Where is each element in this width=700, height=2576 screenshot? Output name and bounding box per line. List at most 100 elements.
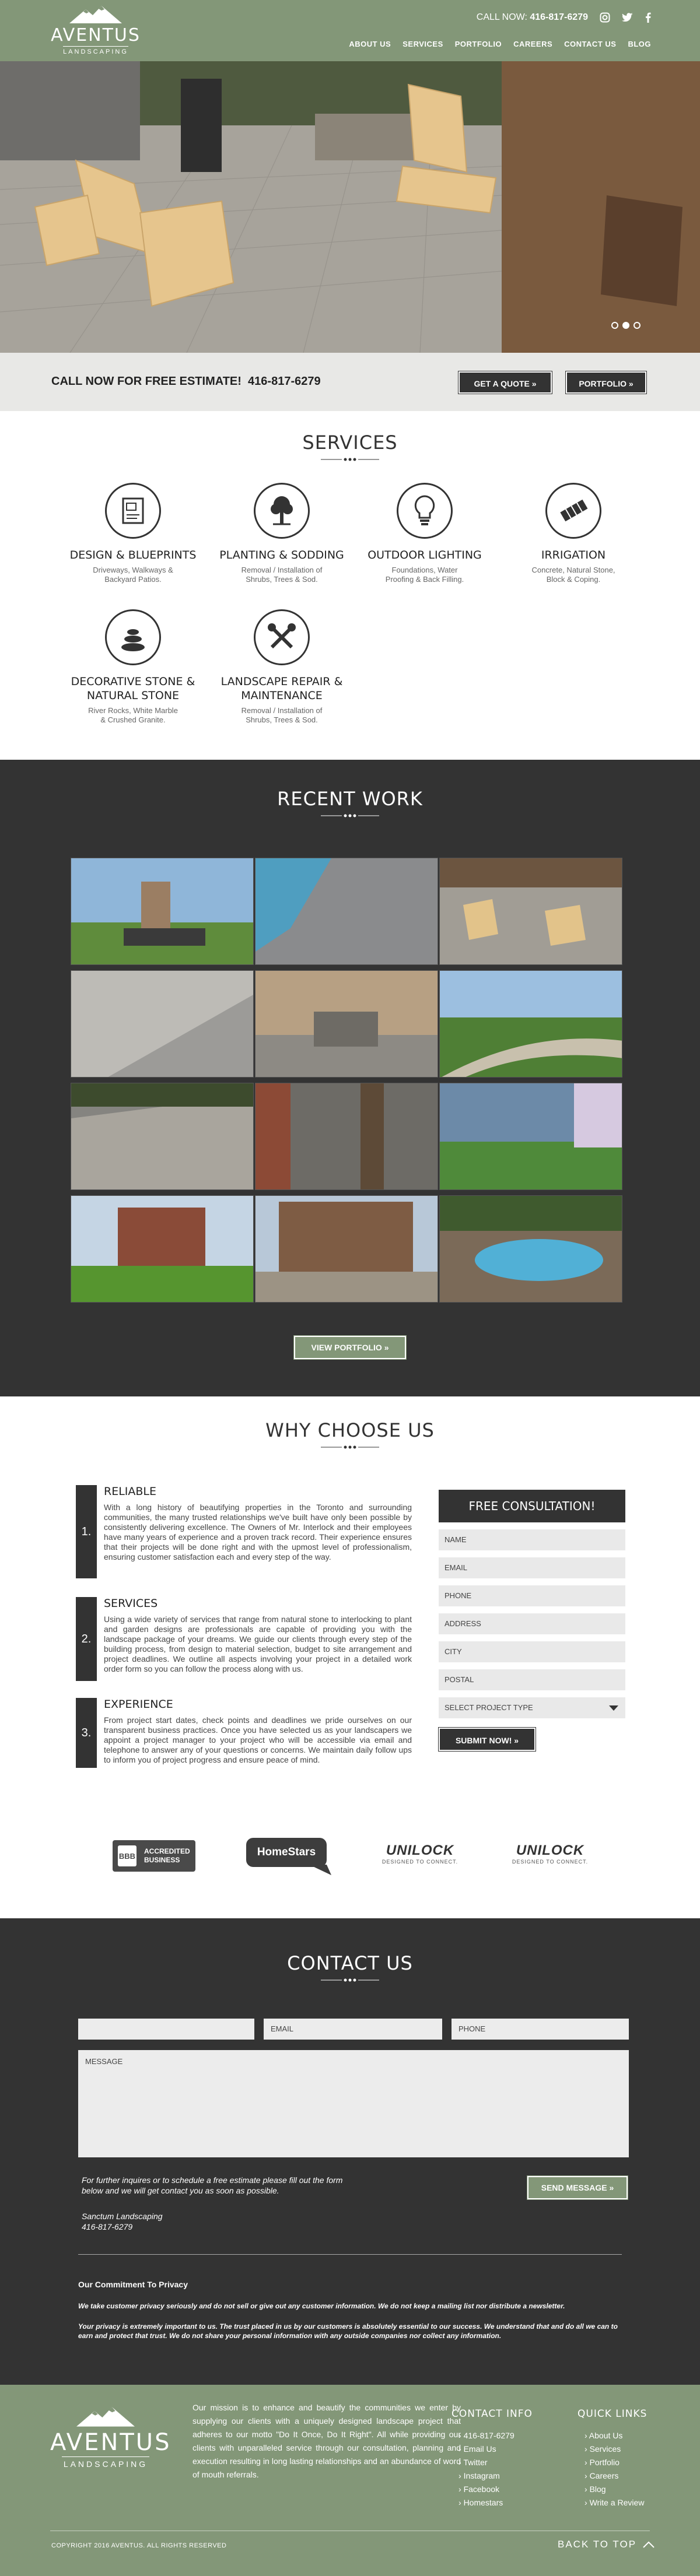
blueprint-icon bbox=[105, 483, 161, 539]
slider-dot-2[interactable] bbox=[622, 322, 629, 329]
service-irrigation[interactable]: IRRIGATION Concrete, Natural Stone, Bloc… bbox=[509, 483, 638, 584]
portfolio-thumb[interactable] bbox=[71, 1083, 254, 1190]
portfolio-thumb[interactable] bbox=[255, 858, 438, 965]
footer-blog-link[interactable]: Blog bbox=[584, 2483, 644, 2496]
portfolio-thumb[interactable] bbox=[439, 970, 622, 1078]
nav-contact[interactable]: CONTACT US bbox=[564, 40, 616, 48]
portfolio-thumb[interactable] bbox=[71, 1195, 254, 1303]
portfolio-button[interactable]: PORTFOLIO » bbox=[565, 371, 647, 394]
portfolio-thumb[interactable] bbox=[255, 1083, 438, 1190]
footer-review-link[interactable]: Write a Review bbox=[584, 2496, 645, 2510]
portfolio-thumb[interactable] bbox=[439, 858, 622, 965]
get-quote-button[interactable]: GET A QUOTE » bbox=[458, 371, 552, 394]
nav-services[interactable]: SERVICES bbox=[402, 40, 443, 48]
slider-dot-3[interactable] bbox=[634, 322, 640, 329]
hero-image bbox=[0, 61, 700, 353]
unilock-tagline: DESIGNED TO CONNECT. bbox=[382, 1859, 459, 1865]
contact-section: CONTACT US EMAIL PHONE MESSAGE For furth… bbox=[0, 1918, 700, 2385]
footer-phone-link[interactable]: 416-817-6279 bbox=[459, 2429, 514, 2442]
name-field[interactable]: NAME bbox=[439, 1529, 625, 1550]
back-to-top-link[interactable]: BACK TO TOP bbox=[558, 2539, 655, 2550]
bbb-badge[interactable]: BBB ACCREDITED BUSINESS bbox=[113, 1840, 195, 1872]
service-desc: River Rocks, White Marble & Crushed Gran… bbox=[88, 706, 178, 724]
call-now: CALL NOW: 416-817-6279 bbox=[477, 12, 588, 23]
service-planting[interactable]: PLANTING & SODDING Removal / Installatio… bbox=[218, 483, 346, 584]
bbb-line2: BUSINESS bbox=[144, 1856, 180, 1864]
nav-about[interactable]: ABOUT US bbox=[349, 40, 391, 48]
submit-button[interactable]: SUBMIT NOW! » bbox=[438, 1727, 536, 1752]
phone-field[interactable]: PHONE bbox=[439, 1585, 625, 1606]
footer-instagram-link[interactable]: Instagram bbox=[459, 2469, 514, 2483]
address-field[interactable]: ADDRESS bbox=[439, 1613, 625, 1634]
nav-careers[interactable]: CAREERS bbox=[513, 40, 552, 48]
service-decorative-stone[interactable]: DECORATIVE STONE & NATURAL STONE River R… bbox=[69, 609, 197, 725]
footer-facebook-link[interactable]: Facebook bbox=[459, 2483, 514, 2496]
service-lighting[interactable]: OUTDOOR LIGHTING Foundations, Water Proo… bbox=[360, 483, 489, 584]
nav-portfolio[interactable]: PORTFOLIO bbox=[455, 40, 502, 48]
chevron-up-icon bbox=[643, 2541, 654, 2548]
footer-twitter-link[interactable]: Twitter bbox=[459, 2456, 514, 2469]
reason-number: 3. bbox=[76, 1698, 97, 1768]
company-phone[interactable]: 416-817-6279 bbox=[82, 2221, 163, 2232]
portfolio-thumb[interactable] bbox=[255, 1195, 438, 1303]
send-message-button[interactable]: SEND MESSAGE » bbox=[527, 2175, 628, 2200]
portfolio-thumb[interactable] bbox=[71, 858, 254, 965]
postal-field[interactable]: POSTAL bbox=[439, 1669, 625, 1690]
portfolio-thumb[interactable] bbox=[439, 1195, 622, 1303]
service-repair[interactable]: LANDSCAPE REPAIR & MAINTENANCE Removal /… bbox=[218, 609, 346, 725]
logo[interactable]: AVENTUS LANDSCAPING bbox=[49, 6, 142, 57]
title-divider bbox=[321, 1978, 379, 1982]
footer-portfolio-link[interactable]: Portfolio bbox=[584, 2456, 644, 2469]
contact-email-input[interactable]: EMAIL bbox=[264, 2019, 442, 2040]
unilock-badge-1[interactable]: UNILOCK DESIGNED TO CONNECT. bbox=[376, 1842, 464, 1865]
footer-logo[interactable]: AVENTUS LANDSCAPING bbox=[50, 2407, 172, 2469]
contact-name-input[interactable] bbox=[78, 2019, 254, 2040]
city-field[interactable]: CITY bbox=[439, 1641, 625, 1662]
service-title: DECORATIVE STONE & NATURAL STONE bbox=[71, 675, 195, 702]
service-desc: Driveways, Walkways & Backyard Patios. bbox=[93, 566, 173, 584]
twitter-icon[interactable] bbox=[622, 12, 634, 23]
email-field[interactable]: EMAIL bbox=[439, 1557, 625, 1578]
hero-slider bbox=[0, 61, 700, 353]
footer-logo-name: AVENTUS bbox=[50, 2429, 172, 2456]
slider-dot-1[interactable] bbox=[611, 322, 618, 329]
homestars-badge[interactable]: HomeStars bbox=[246, 1838, 327, 1867]
portfolio-thumb[interactable] bbox=[71, 970, 254, 1078]
footer-services-link[interactable]: Services bbox=[584, 2442, 644, 2456]
contact-title: CONTACT US bbox=[287, 1952, 413, 1974]
header-phone[interactable]: 416-817-6279 bbox=[530, 12, 588, 22]
portfolio-thumb[interactable] bbox=[439, 1083, 622, 1190]
footer-careers-link[interactable]: Careers bbox=[584, 2469, 644, 2483]
cta-label: CALL NOW FOR FREE ESTIMATE! bbox=[51, 375, 242, 388]
project-type-select[interactable]: SELECT PROJECT TYPE bbox=[439, 1697, 625, 1718]
homestars-tail bbox=[309, 1865, 331, 1875]
service-design[interactable]: DESIGN & BLUEPRINTS Driveways, Walkways … bbox=[69, 483, 197, 584]
tools-icon bbox=[254, 609, 310, 665]
portfolio-thumb[interactable] bbox=[255, 970, 438, 1078]
call-label: CALL NOW: bbox=[476, 12, 527, 22]
title-divider bbox=[321, 458, 379, 461]
title-divider bbox=[321, 814, 379, 817]
footer-email-link[interactable]: Email Us bbox=[459, 2442, 514, 2456]
view-portfolio-button[interactable]: VIEW PORTFOLIO » bbox=[293, 1335, 407, 1360]
footer-about-link[interactable]: About Us bbox=[584, 2429, 644, 2442]
lightbulb-icon bbox=[397, 483, 453, 539]
pavers-icon bbox=[545, 483, 601, 539]
service-title: OUTDOOR LIGHTING bbox=[368, 549, 482, 561]
footer-homestars-link[interactable]: Homestars bbox=[459, 2496, 514, 2510]
why-title: WHY CHOOSE US bbox=[265, 1419, 435, 1441]
top-bar: CALL NOW: 416-817-6279 bbox=[477, 10, 651, 24]
contact-phone-input[interactable]: PHONE bbox=[452, 2019, 629, 2040]
divider bbox=[78, 2254, 622, 2255]
unilock-tagline: DESIGNED TO CONNECT. bbox=[512, 1859, 589, 1865]
svg-text:BBB: BBB bbox=[119, 1852, 135, 1861]
unilock-badge-2[interactable]: UNILOCK DESIGNED TO CONNECT. bbox=[506, 1842, 594, 1865]
contact-message-input[interactable]: MESSAGE bbox=[78, 2050, 629, 2157]
reason-number: 1. bbox=[76, 1485, 97, 1578]
nav-blog[interactable]: BLOG bbox=[628, 40, 651, 48]
bbb-icon: BBB bbox=[118, 1845, 136, 1866]
reason-title: SERVICES bbox=[104, 1597, 158, 1610]
cta-phone[interactable]: 416-817-6279 bbox=[248, 375, 321, 388]
instagram-icon[interactable] bbox=[600, 12, 610, 23]
facebook-icon[interactable] bbox=[645, 12, 651, 23]
